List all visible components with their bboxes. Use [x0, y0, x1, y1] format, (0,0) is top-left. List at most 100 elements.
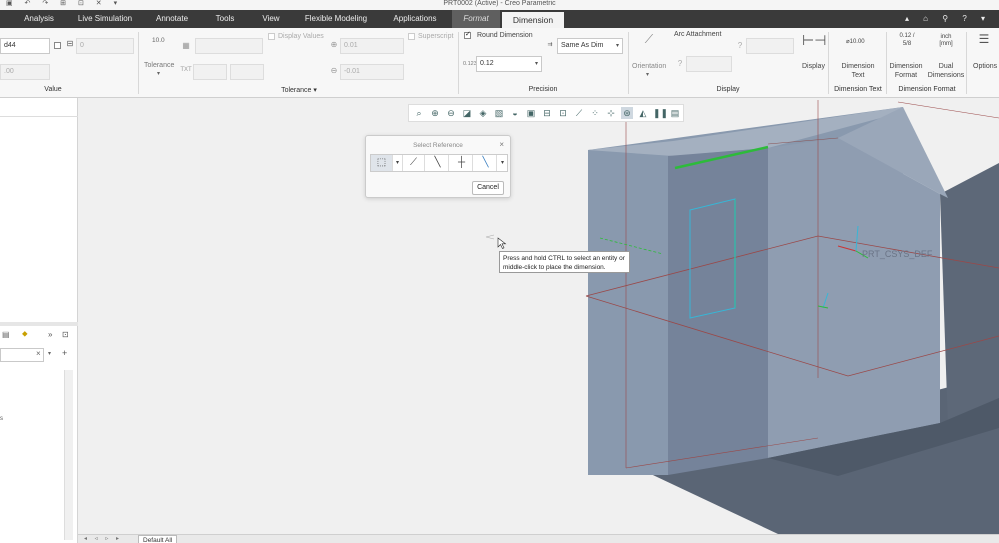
- tab-flexible-modeling[interactable]: Flexible Modeling: [300, 10, 372, 28]
- render-icon[interactable]: ◭: [637, 107, 649, 119]
- help-icon: ?: [677, 59, 683, 68]
- view-manager-icon[interactable]: ◒: [509, 107, 521, 119]
- tab-applications[interactable]: Applications: [386, 10, 444, 28]
- superscript-checkbox[interactable]: [408, 33, 415, 40]
- layers-icon[interactable]: ▤: [2, 330, 14, 340]
- expand-icon[interactable]: »: [48, 330, 58, 340]
- ribbon: d44 ⊟ 0 .00 Value 10.0 Tolerance ▾ ▦ Dis…: [0, 28, 999, 98]
- saved-views-icon[interactable]: ▧: [493, 107, 505, 119]
- value-group-label: Value: [44, 86, 62, 93]
- select-reference-dialog: Select Reference × ⬚ ▾ ⟋ ╲ ┼ ╲ ▾ Cancel: [365, 135, 511, 198]
- plane-display-icon[interactable]: ⊡: [557, 107, 569, 119]
- value-checkbox[interactable]: [54, 42, 61, 49]
- tolerance-text-field[interactable]: [193, 64, 227, 80]
- options-button[interactable]: Options: [973, 62, 997, 71]
- spin-center-icon[interactable]: ⊛: [621, 107, 633, 119]
- tolerance-table-field[interactable]: [195, 38, 263, 54]
- same-as-dim-dropdown[interactable]: Same As Dim ▾: [557, 38, 623, 54]
- dimension-value-field[interactable]: 0: [76, 38, 134, 54]
- axis-display-icon[interactable]: ⟋: [573, 107, 585, 119]
- annotation-display-icon[interactable]: ⊟: [541, 107, 553, 119]
- repaint-icon[interactable]: ◪: [461, 107, 473, 119]
- bookmark-icon[interactable]: ⬥: [22, 329, 32, 339]
- cancel-button[interactable]: Cancel: [472, 181, 504, 195]
- orientation-button[interactable]: Orientation: [632, 62, 666, 71]
- upper-tolerance-field[interactable]: 0.01: [340, 38, 404, 54]
- dialog-title: Select Reference: [413, 142, 463, 149]
- model-3d-view[interactable]: PRT_CSYS_DEF: [78, 98, 999, 534]
- tab-dimension[interactable]: Dimension: [502, 12, 564, 28]
- tolerance-text2-field[interactable]: [230, 64, 264, 80]
- round-dimension-checkbox[interactable]: [464, 30, 471, 39]
- tab-view[interactable]: View: [256, 10, 286, 28]
- precision-group-label: Precision: [528, 86, 558, 93]
- text-icon: TXT: [180, 67, 192, 73]
- lower-tolerance-icon: ⊖: [330, 66, 338, 75]
- chevron-down-icon[interactable]: ▾: [393, 155, 403, 171]
- perspective-icon[interactable]: ▣: [525, 107, 537, 119]
- dimension-name-field[interactable]: d44: [0, 38, 50, 54]
- select-entity-icon[interactable]: ⬚: [371, 155, 393, 171]
- tab-live-simulation[interactable]: Live Simulation: [74, 10, 136, 28]
- model-slope-face[interactable]: [940, 163, 999, 428]
- settings-icon[interactable]: ⊡: [62, 330, 72, 340]
- display-group-label: Display: [716, 86, 740, 93]
- display-style-icon[interactable]: ◈: [477, 107, 489, 119]
- datum-edge-2: [897, 101, 999, 119]
- midpoint-reference-icon[interactable]: ┼: [451, 155, 473, 171]
- add-icon[interactable]: +: [62, 348, 67, 358]
- graphics-area[interactable]: PRT_CSYS_DEF ⌕ ⊕ ⊖ ◪ ◈ ▧ ◒ ▣ ⊟ ⊡ ⟋ ⁘ ⊹ ⊛…: [78, 98, 999, 534]
- splitter[interactable]: [0, 322, 78, 326]
- chevron-down-icon[interactable]: ▾: [497, 155, 508, 171]
- zoom-in-icon[interactable]: ⊕: [429, 107, 441, 119]
- window-controls[interactable]: ▴ ⌂ ⚲ ? ▾: [905, 10, 991, 28]
- superscript-label: Superscript: [418, 33, 454, 40]
- display-icon[interactable]: ⊢⊣: [802, 32, 826, 49]
- csys-label: PRT_CSYS_DEF: [862, 249, 933, 259]
- tab-annotate[interactable]: Annotate: [150, 10, 194, 28]
- dual-dimensions-button[interactable]: Dual Dimensions: [926, 62, 966, 80]
- tolerance-group-label[interactable]: Tolerance ▾: [270, 86, 328, 94]
- selection-filter[interactable]: Default All: [138, 535, 178, 543]
- tree-item[interactable]: s: [0, 416, 3, 422]
- scrollbar[interactable]: [64, 370, 73, 540]
- edge-reference-icon[interactable]: ╲: [475, 155, 497, 171]
- arc-attachment2-field[interactable]: [686, 56, 732, 72]
- pause-icon[interactable]: ❚❚: [653, 107, 668, 119]
- nav-icons[interactable]: ◂ ◃ ▹ ▸: [84, 535, 122, 543]
- close-icon[interactable]: ×: [36, 349, 41, 358]
- chevron-down-icon[interactable]: ▾: [48, 350, 51, 357]
- tab-format[interactable]: Format: [452, 10, 500, 28]
- orientation-icon[interactable]: ⟋: [640, 32, 658, 47]
- dimension-value2-field[interactable]: .00: [0, 64, 50, 80]
- precision-value-dropdown[interactable]: 0.12 ▾: [476, 56, 542, 72]
- model-right-face[interactable]: [768, 138, 940, 458]
- display-button[interactable]: Display: [802, 62, 825, 71]
- tolerance-button[interactable]: Tolerance: [144, 61, 174, 70]
- symbol-icon[interactable]: ⊟: [64, 39, 76, 48]
- close-icon[interactable]: ×: [499, 140, 504, 149]
- tangent-reference-icon[interactable]: ⟋: [403, 155, 425, 171]
- refit-icon[interactable]: ⌕: [413, 107, 425, 119]
- separator: [0, 116, 78, 117]
- display-values-label: Display Values: [278, 33, 324, 40]
- dimension-format-button[interactable]: Dimension Format: [888, 62, 924, 80]
- help-icon: ?: [737, 41, 743, 50]
- arc-attachment-field[interactable]: [746, 38, 794, 54]
- separator: [138, 32, 139, 94]
- tab-analysis[interactable]: Analysis: [18, 10, 60, 28]
- zoom-out-icon[interactable]: ⊖: [445, 107, 457, 119]
- point-display-icon[interactable]: ⁘: [589, 107, 601, 119]
- section-icon[interactable]: ▤: [669, 107, 681, 119]
- chevron-down-icon[interactable]: ▾: [646, 71, 649, 78]
- chevron-down-icon[interactable]: ▾: [157, 70, 160, 77]
- line-reference-icon[interactable]: ╲: [427, 155, 449, 171]
- lower-tolerance-field[interactable]: -0.01: [340, 64, 404, 80]
- csys-display-icon[interactable]: ⊹: [605, 107, 617, 119]
- display-values-checkbox[interactable]: [268, 33, 275, 40]
- tab-tools[interactable]: Tools: [208, 10, 242, 28]
- tolerance-icon-text: 10.0: [152, 37, 165, 44]
- options-icon[interactable]: ☰: [976, 32, 992, 46]
- dual-dimensions-icon: inch [mm]: [939, 34, 953, 47]
- dimension-text-button[interactable]: Dimension Text: [840, 62, 876, 80]
